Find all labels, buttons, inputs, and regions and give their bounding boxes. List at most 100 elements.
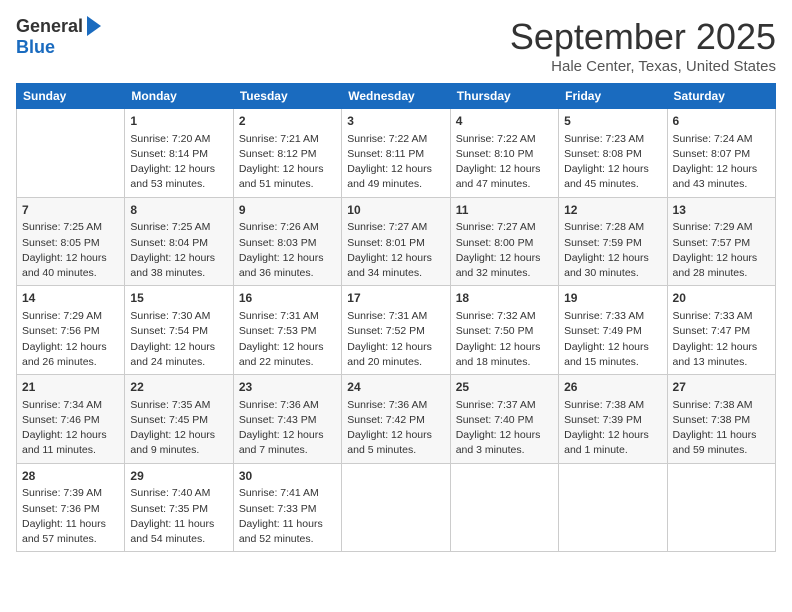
day-number: 15 (130, 290, 227, 307)
calendar-day-cell: 8Sunrise: 7:25 AMSunset: 8:04 PMDaylight… (125, 197, 233, 286)
day-number: 21 (22, 379, 119, 396)
day-info: Sunrise: 7:23 AMSunset: 8:08 PMDaylight:… (564, 132, 661, 193)
day-number: 26 (564, 379, 661, 396)
day-info: Sunrise: 7:32 AMSunset: 7:50 PMDaylight:… (456, 309, 553, 370)
calendar-day-cell: 27 Sunrise: 7:38 AMSunset: 7:38 PMDayligh… (667, 375, 775, 464)
day-number: 7 (22, 202, 119, 219)
day-number: 28 (22, 468, 119, 485)
calendar-header-friday: Friday (559, 84, 667, 109)
calendar-day-cell: 14Sunrise: 7:29 AMSunset: 7:56 PMDayligh… (17, 286, 125, 375)
day-info: Sunrise: 7:38 AMSunset: 7:38 PMDaylight:… (673, 398, 770, 459)
day-info: Sunrise: 7:24 AMSunset: 8:07 PMDaylight:… (673, 132, 770, 193)
day-info: Sunrise: 7:21 AMSunset: 8:12 PMDaylight:… (239, 132, 336, 193)
calendar-day-cell: 10Sunrise: 7:27 AMSunset: 8:01 PMDayligh… (342, 197, 450, 286)
calendar-day-cell: 11Sunrise: 7:27 AMSunset: 8:00 PMDayligh… (450, 197, 558, 286)
calendar-day-cell: 24 Sunrise: 7:36 AMSunset: 7:42 PMDayligh… (342, 375, 450, 464)
day-number: 5 (564, 113, 661, 130)
day-number: 8 (130, 202, 227, 219)
day-number: 11 (456, 202, 553, 219)
day-number: 13 (673, 202, 770, 219)
calendar-day-cell: 17 Sunrise: 7:31 AMSunset: 7:52 PMDayligh… (342, 286, 450, 375)
day-info: Sunrise: 7:33 AMSunset: 7:49 PMDaylight:… (564, 309, 661, 370)
day-number: 9 (239, 202, 336, 219)
day-info: Sunrise: 7:36 AMSunset: 7:42 PMDaylight:… (347, 398, 444, 459)
calendar-day-cell: 19Sunrise: 7:33 AMSunset: 7:49 PMDayligh… (559, 286, 667, 375)
day-number: 10 (347, 202, 444, 219)
day-number: 25 (456, 379, 553, 396)
day-info: Sunrise: 7:33 AMSunset: 7:47 PMDaylight:… (673, 309, 770, 370)
calendar-day-cell: 13Sunrise: 7:29 AMSunset: 7:57 PMDayligh… (667, 197, 775, 286)
calendar-day-cell: 23 Sunrise: 7:36 AMSunset: 7:43 PMDayligh… (233, 375, 341, 464)
day-info: Sunrise: 7:38 AMSunset: 7:39 PMDaylight:… (564, 398, 661, 459)
day-info: Sunrise: 7:35 AMSunset: 7:45 PMDaylight:… (130, 398, 227, 459)
calendar-day-cell: 1 Sunrise: 7:20 AMSunset: 8:14 PMDaylight… (125, 109, 233, 198)
day-info: Sunrise: 7:36 AMSunset: 7:43 PMDaylight:… (239, 398, 336, 459)
day-number: 18 (456, 290, 553, 307)
day-number: 2 (239, 113, 336, 130)
day-number: 4 (456, 113, 553, 130)
calendar-week-row: 1 Sunrise: 7:20 AMSunset: 8:14 PMDaylight… (17, 109, 776, 198)
calendar-header-monday: Monday (125, 84, 233, 109)
calendar-header-wednesday: Wednesday (342, 84, 450, 109)
logo-arrow-icon (87, 16, 101, 36)
day-info: Sunrise: 7:27 AMSunset: 8:01 PMDaylight:… (347, 220, 444, 281)
calendar-header-thursday: Thursday (450, 84, 558, 109)
day-number: 3 (347, 113, 444, 130)
calendar-week-row: 7Sunrise: 7:25 AMSunset: 8:05 PMDaylight… (17, 197, 776, 286)
calendar-week-row: 14Sunrise: 7:29 AMSunset: 7:56 PMDayligh… (17, 286, 776, 375)
day-number: 30 (239, 468, 336, 485)
day-info: Sunrise: 7:30 AMSunset: 7:54 PMDaylight:… (130, 309, 227, 370)
day-number: 14 (22, 290, 119, 307)
calendar-week-row: 21 Sunrise: 7:34 AMSunset: 7:46 PMDayligh… (17, 375, 776, 464)
calendar-empty-cell (559, 463, 667, 552)
calendar-day-cell: 22 Sunrise: 7:35 AMSunset: 7:45 PMDayligh… (125, 375, 233, 464)
calendar-header-saturday: Saturday (667, 84, 775, 109)
day-info: Sunrise: 7:37 AMSunset: 7:40 PMDaylight:… (456, 398, 553, 459)
calendar-day-cell: 3 Sunrise: 7:22 AMSunset: 8:11 PMDaylight… (342, 109, 450, 198)
calendar-day-cell: 21 Sunrise: 7:34 AMSunset: 7:46 PMDayligh… (17, 375, 125, 464)
calendar-day-cell: 29Sunrise: 7:40 AMSunset: 7:35 PMDayligh… (125, 463, 233, 552)
day-info: Sunrise: 7:22 AMSunset: 8:10 PMDaylight:… (456, 132, 553, 193)
calendar-day-cell: 2 Sunrise: 7:21 AMSunset: 8:12 PMDaylight… (233, 109, 341, 198)
day-number: 27 (673, 379, 770, 396)
calendar-day-cell: 16 Sunrise: 7:31 AMSunset: 7:53 PMDayligh… (233, 286, 341, 375)
calendar-day-cell: 28Sunrise: 7:39 AMSunset: 7:36 PMDayligh… (17, 463, 125, 552)
calendar-header-row: SundayMondayTuesdayWednesdayThursdayFrid… (17, 84, 776, 109)
day-number: 12 (564, 202, 661, 219)
calendar-day-cell: 20 Sunrise: 7:33 AMSunset: 7:47 PMDayligh… (667, 286, 775, 375)
day-number: 20 (673, 290, 770, 307)
month-title: September 2025 (510, 16, 776, 58)
day-info: Sunrise: 7:34 AMSunset: 7:46 PMDaylight:… (22, 398, 119, 459)
logo-general-text: General (16, 16, 83, 37)
day-info: Sunrise: 7:25 AMSunset: 8:04 PMDaylight:… (130, 220, 227, 281)
calendar-empty-cell (17, 109, 125, 198)
logo-blue-text: Blue (16, 37, 55, 58)
day-info: Sunrise: 7:20 AMSunset: 8:14 PMDaylight:… (130, 132, 227, 193)
day-info: Sunrise: 7:26 AMSunset: 8:03 PMDaylight:… (239, 220, 336, 281)
calendar-empty-cell (342, 463, 450, 552)
day-info: Sunrise: 7:22 AMSunset: 8:11 PMDaylight:… (347, 132, 444, 193)
day-info: Sunrise: 7:27 AMSunset: 8:00 PMDaylight:… (456, 220, 553, 281)
day-number: 1 (130, 113, 227, 130)
calendar-header-sunday: Sunday (17, 84, 125, 109)
calendar-table: SundayMondayTuesdayWednesdayThursdayFrid… (16, 83, 776, 552)
day-number: 17 (347, 290, 444, 307)
day-info: Sunrise: 7:31 AMSunset: 7:52 PMDaylight:… (347, 309, 444, 370)
calendar-day-cell: 4 Sunrise: 7:22 AMSunset: 8:10 PMDaylight… (450, 109, 558, 198)
logo: General Blue (16, 16, 101, 58)
day-number: 23 (239, 379, 336, 396)
day-info: Sunrise: 7:40 AMSunset: 7:35 PMDaylight:… (130, 486, 227, 547)
calendar-day-cell: 18 Sunrise: 7:32 AMSunset: 7:50 PMDayligh… (450, 286, 558, 375)
day-info: Sunrise: 7:31 AMSunset: 7:53 PMDaylight:… (239, 309, 336, 370)
calendar-day-cell: 25 Sunrise: 7:37 AMSunset: 7:40 PMDayligh… (450, 375, 558, 464)
day-number: 24 (347, 379, 444, 396)
day-info: Sunrise: 7:25 AMSunset: 8:05 PMDaylight:… (22, 220, 119, 281)
calendar-day-cell: 26 Sunrise: 7:38 AMSunset: 7:39 PMDayligh… (559, 375, 667, 464)
day-number: 22 (130, 379, 227, 396)
day-number: 29 (130, 468, 227, 485)
calendar-day-cell: 7Sunrise: 7:25 AMSunset: 8:05 PMDaylight… (17, 197, 125, 286)
calendar-day-cell: 30Sunrise: 7:41 AMSunset: 7:33 PMDayligh… (233, 463, 341, 552)
calendar-week-row: 28Sunrise: 7:39 AMSunset: 7:36 PMDayligh… (17, 463, 776, 552)
day-number: 16 (239, 290, 336, 307)
page-header: General Blue September 2025 Hale Center,… (16, 16, 776, 75)
